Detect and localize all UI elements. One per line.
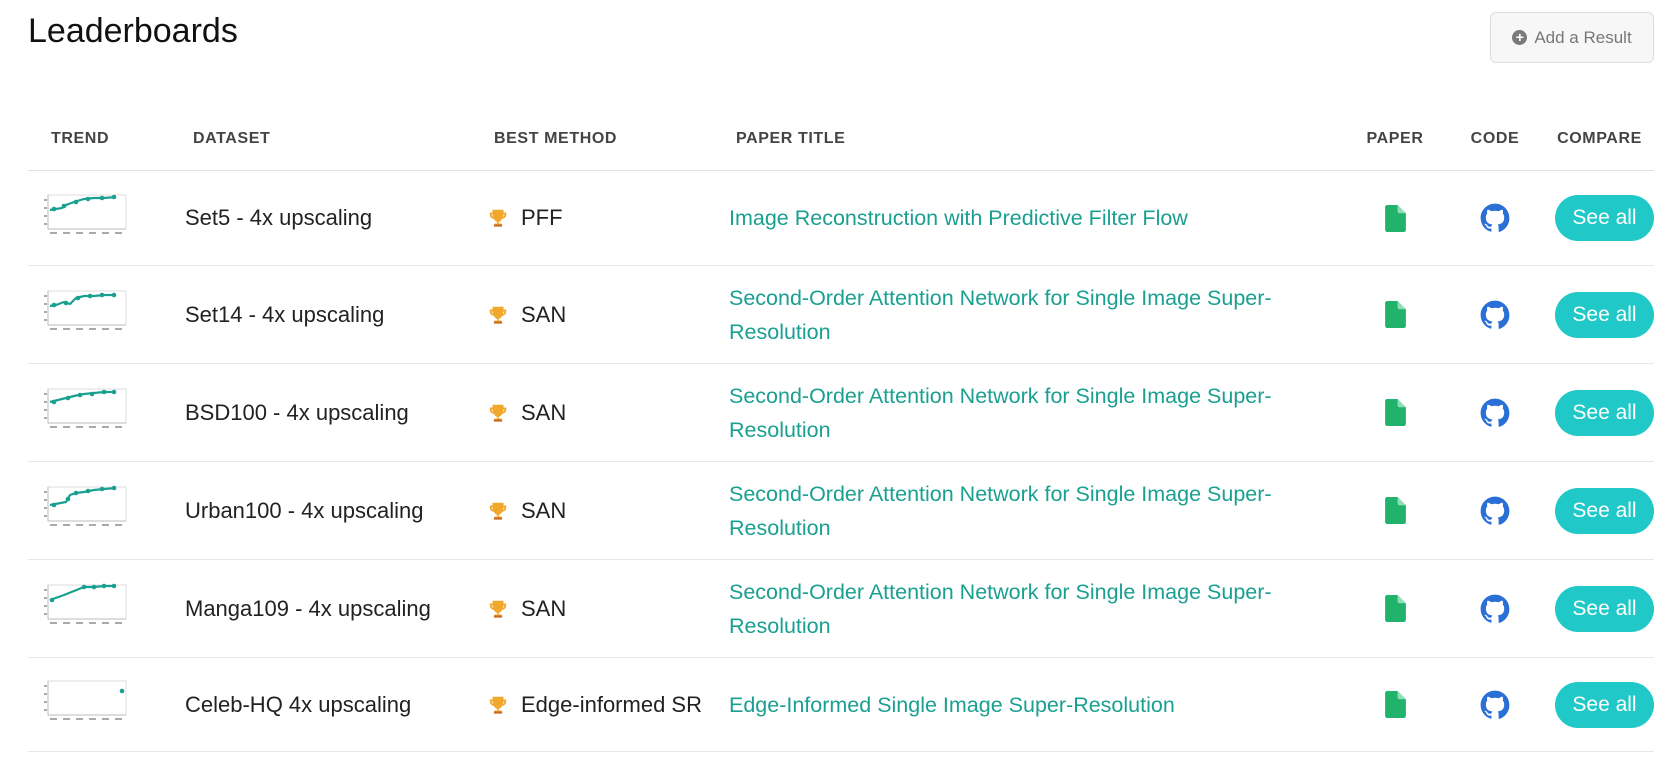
header-best-method[interactable]: BEST METHOD [465,130,725,148]
trend-sparkline [44,290,127,330]
trend-sparkline [44,583,127,624]
dataset-link[interactable]: Set5 - 4x upscaling [165,205,465,231]
see-all-button[interactable]: See all [1555,291,1654,338]
paper-title-link[interactable]: Second-Order Attention Network for Singl… [725,379,1345,447]
trend-cell[interactable] [28,193,165,244]
github-icon[interactable] [1445,690,1545,720]
trophy-icon [487,207,509,229]
paper-file-icon[interactable] [1345,204,1445,232]
best-method-label: SAN [521,595,567,621]
plus-circle-icon: + [1512,30,1528,45]
github-icon[interactable] [1445,496,1545,526]
trend-sparkline [44,680,127,720]
header-trend[interactable]: TREND [28,130,165,148]
best-method-label: PFF [521,205,563,230]
best-method: SAN [465,400,725,426]
github-icon[interactable] [1445,398,1545,428]
best-method: SAN [465,498,725,524]
best-method: Edge-informed SR [465,692,725,718]
trend-cell[interactable] [28,387,165,438]
trend-cell[interactable] [28,485,165,536]
dataset-link[interactable]: BSD100 - 4x upscaling [165,400,465,426]
best-method: SAN [465,596,725,622]
leaderboard-table: TREND DATASET BEST METHOD PAPER TITLE PA… [28,108,1654,752]
add-result-button[interactable]: + Add a Result [1490,12,1654,63]
see-all-button[interactable]: See all [1555,585,1654,632]
trophy-icon [487,304,509,326]
best-method-label: SAN [521,497,567,523]
trophy-icon [487,500,509,522]
github-icon[interactable] [1445,203,1545,233]
best-method-label: SAN [521,399,567,425]
table-row[interactable]: Set5 - 4x upscaling PFF Image Reconstruc… [28,171,1654,266]
paper-file-icon[interactable] [1345,595,1445,622]
see-all-button[interactable]: See all [1555,195,1654,241]
trophy-icon [487,598,509,620]
github-icon[interactable] [1445,300,1545,330]
trend-sparkline [44,388,127,428]
paper-title-link[interactable]: Second-Order Attention Network for Singl… [725,281,1345,349]
header-paper-title[interactable]: PAPER TITLE [725,130,1345,148]
dataset-link[interactable]: Urban100 - 4x upscaling [165,498,465,524]
trend-cell[interactable] [28,289,165,340]
best-method-label: Edge-informed SR [521,691,702,717]
trend-cell[interactable] [28,679,165,730]
paper-title-link[interactable]: Edge-Informed Single Image Super-Resolut… [725,688,1345,722]
header-compare[interactable]: COMPARE [1557,130,1642,148]
paper-file-icon[interactable] [1345,497,1445,524]
dataset-link[interactable]: Set14 - 4x upscaling [165,302,465,328]
trend-cell[interactable] [28,583,165,634]
table-row[interactable]: Manga109 - 4x upscaling SAN Second-Order… [28,560,1654,658]
best-method: PFF [465,205,725,231]
trend-sparkline [44,485,127,526]
best-method-label: SAN [521,301,567,327]
paper-title-link[interactable]: Second-Order Attention Network for Singl… [725,575,1345,643]
paper-file-icon[interactable] [1345,399,1445,426]
add-result-label: Add a Result [1534,27,1632,47]
table-row[interactable]: Set14 - 4x upscaling SAN Second-Order At… [28,266,1654,364]
trophy-icon [487,694,509,716]
header-dataset[interactable]: DATASET [165,130,465,148]
see-all-button[interactable]: See all [1555,681,1654,728]
github-icon[interactable] [1445,594,1545,624]
paper-file-icon[interactable] [1345,301,1445,328]
table-header: TREND DATASET BEST METHOD PAPER TITLE PA… [28,108,1654,171]
table-row[interactable]: Urban100 - 4x upscaling SAN Second-Order… [28,462,1654,560]
header-paper[interactable]: PAPER [1367,130,1424,148]
trophy-icon [487,402,509,424]
header-code[interactable]: CODE [1471,130,1520,148]
see-all-button[interactable]: See all [1555,487,1654,534]
paper-title-link[interactable]: Second-Order Attention Network for Singl… [725,477,1345,545]
page-title: Leaderboards [28,12,238,50]
table-row[interactable]: BSD100 - 4x upscaling SAN Second-Order A… [28,364,1654,462]
trend-sparkline [44,194,127,234]
dataset-link[interactable]: Celeb-HQ 4x upscaling [165,692,465,718]
paper-title-link[interactable]: Image Reconstruction with Predictive Fil… [725,201,1345,235]
see-all-button[interactable]: See all [1555,389,1654,436]
best-method: SAN [465,302,725,328]
paper-file-icon[interactable] [1345,691,1445,718]
dataset-link[interactable]: Manga109 - 4x upscaling [165,596,465,622]
table-row[interactable]: Celeb-HQ 4x upscaling Edge-informed SR E… [28,658,1654,752]
